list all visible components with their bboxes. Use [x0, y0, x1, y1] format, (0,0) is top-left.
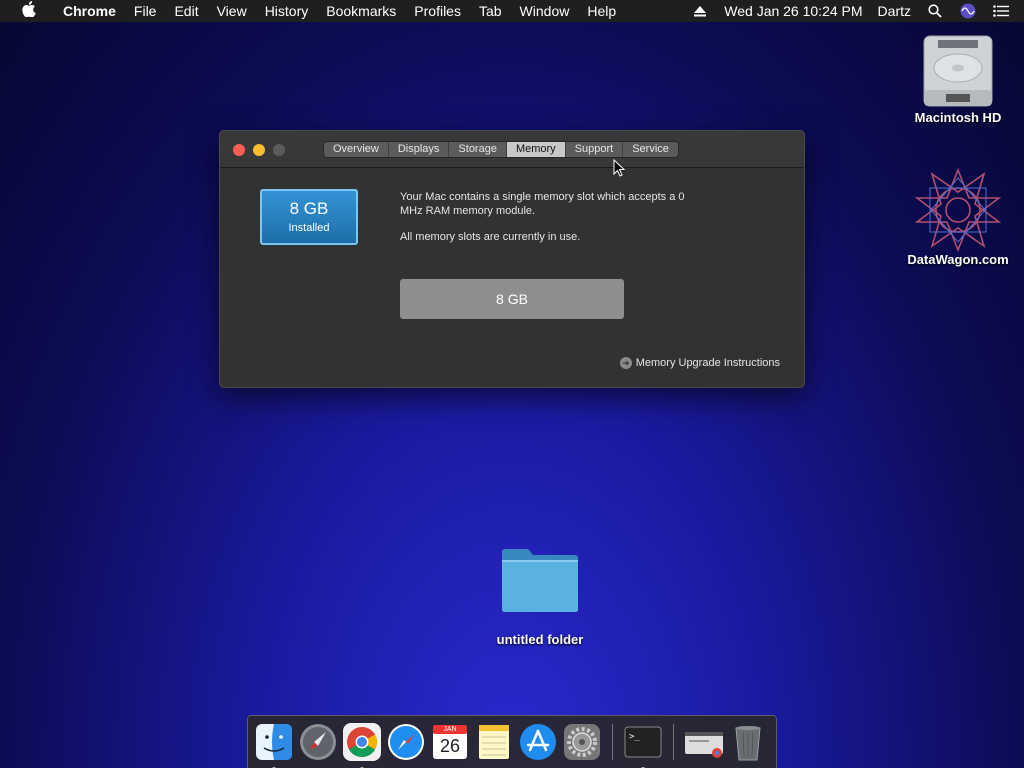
minimize-button[interactable] [253, 144, 265, 156]
geometric-star-icon [914, 167, 1002, 253]
tab-overview[interactable]: Overview [324, 142, 389, 157]
dock-chrome-window-minimized[interactable] [684, 722, 724, 762]
desktop-icon-label: Macintosh HD [914, 110, 1002, 125]
desktop-icon-datawagon[interactable]: DataWagon.com [905, 167, 1011, 267]
tab-bar: Overview Displays Storage Memory Support… [323, 141, 679, 158]
dock-calendar[interactable]: JAN 26 [430, 722, 470, 762]
dock-separator [673, 724, 674, 760]
menu-tab[interactable]: Tab [470, 3, 511, 19]
menu-profiles[interactable]: Profiles [405, 3, 470, 19]
dock-separator [612, 724, 613, 760]
dock-terminal[interactable]: >_ [623, 722, 663, 768]
safari-compass-icon [386, 724, 426, 766]
hard-drive-icon [920, 32, 996, 110]
dock-notes[interactable] [474, 722, 514, 762]
dock-app-store[interactable] [518, 722, 558, 762]
apple-menu-icon[interactable] [18, 1, 40, 21]
memory-slot-info: Your Mac contains a single memory slot w… [400, 191, 685, 217]
app-store-icon [518, 724, 558, 766]
memory-upgrade-link[interactable]: ➜ Memory Upgrade Instructions [619, 357, 780, 369]
dock-launchpad[interactable] [298, 722, 338, 762]
menu-user[interactable]: Dartz [878, 3, 911, 19]
menu-help[interactable]: Help [578, 3, 625, 19]
memory-slot-bar: 8 GB [400, 279, 624, 319]
about-this-mac-window: Overview Displays Storage Memory Support… [219, 130, 805, 388]
calendar-month: JAN [443, 726, 457, 733]
eject-icon[interactable] [691, 2, 709, 20]
memory-description: Your Mac contains a single memory slot w… [400, 190, 710, 244]
menu-clock[interactable]: Wed Jan 26 10:24 PM [724, 3, 862, 19]
mouse-pointer-icon [613, 158, 626, 182]
desktop-icon-untitled-folder[interactable]: untitled folder [485, 546, 595, 647]
tab-memory[interactable]: Memory [506, 142, 566, 157]
notification-center-icon[interactable] [992, 2, 1010, 20]
dock-finder[interactable] [254, 722, 294, 768]
menu-window[interactable]: Window [511, 3, 579, 19]
dock: JAN 26 >_ [247, 715, 777, 768]
gear-icon [562, 724, 602, 766]
memory-installed-badge: 8 GB Installed [260, 189, 358, 245]
memory-upgrade-label: Memory Upgrade Instructions [635, 357, 780, 369]
tab-displays[interactable]: Displays [388, 142, 450, 157]
desktop-icon-macintosh-hd[interactable]: Macintosh HD [905, 32, 1011, 125]
window-thumbnail-icon [684, 732, 724, 766]
calendar-day: 26 [439, 736, 461, 756]
menu-file[interactable]: File [125, 3, 166, 19]
memory-slot-status: All memory slots are currently in use. [400, 231, 581, 243]
memory-installed-label: Installed [288, 222, 330, 234]
notes-icon [474, 725, 514, 766]
spotlight-search-icon[interactable] [926, 2, 944, 20]
zoom-button[interactable] [273, 144, 285, 156]
terminal-icon: >_ [623, 726, 663, 766]
svg-text:>_: >_ [629, 732, 640, 742]
menu-bar: Chrome File Edit View History Bookmarks … [0, 0, 1024, 22]
close-button[interactable] [233, 144, 245, 156]
folder-icon [500, 546, 580, 614]
rocket-icon [298, 724, 338, 766]
arrow-right-circle-icon: ➜ [619, 357, 632, 369]
dock-trash[interactable] [728, 722, 768, 762]
menu-view[interactable]: View [208, 3, 256, 19]
window-titlebar[interactable]: Overview Displays Storage Memory Support… [220, 131, 804, 168]
memory-size: 8 GB [289, 199, 329, 218]
finder-icon [254, 724, 294, 766]
trash-icon [728, 726, 768, 766]
tab-storage[interactable]: Storage [449, 142, 507, 157]
siri-icon[interactable] [959, 2, 977, 20]
dock-system-preferences[interactable] [562, 722, 602, 762]
desktop-icon-label: untitled folder [496, 632, 584, 647]
desktop-icon-label: DataWagon.com [907, 252, 1009, 267]
tab-support[interactable]: Support [565, 142, 624, 157]
dock-chrome[interactable] [342, 722, 382, 768]
dock-safari[interactable] [386, 722, 426, 762]
menu-edit[interactable]: Edit [165, 3, 207, 19]
tab-service[interactable]: Service [623, 142, 678, 157]
chrome-icon [342, 723, 382, 766]
menu-history[interactable]: History [256, 3, 318, 19]
menu-bookmarks[interactable]: Bookmarks [317, 3, 405, 19]
menu-app-name[interactable]: Chrome [54, 3, 125, 19]
